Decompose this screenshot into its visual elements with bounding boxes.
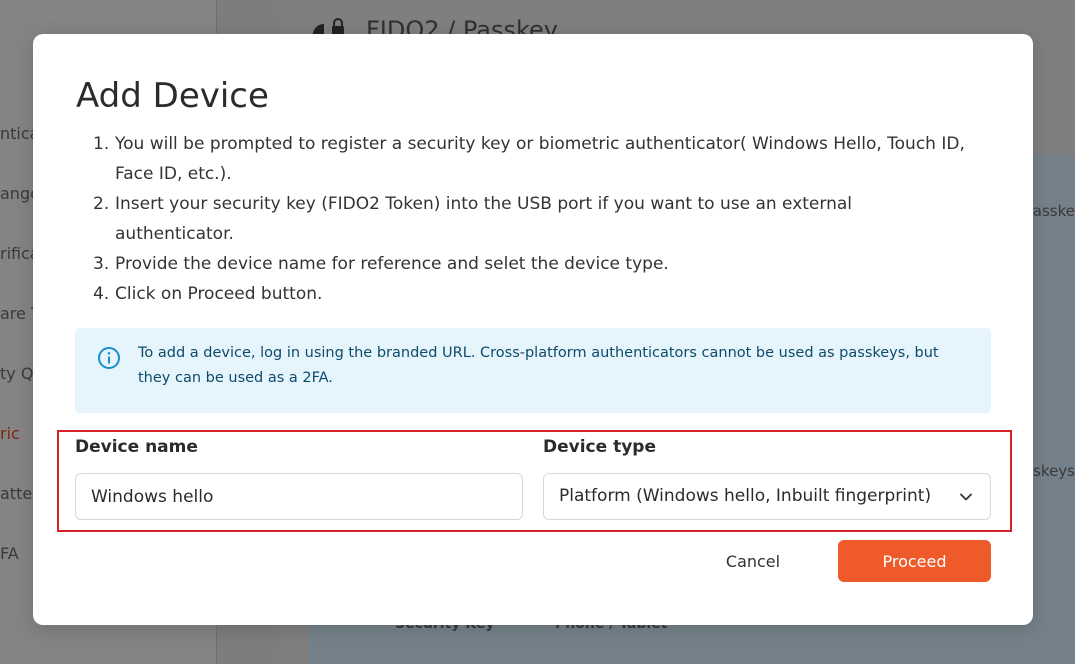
instruction-step: 3. Provide the device name for reference… [93,249,973,279]
sidebar-item-active[interactable]: ric [0,424,20,443]
info-text: To add a device, log in using the brande… [138,345,939,386]
device-type-label: Device type [543,437,656,457]
step-text: Click on Proceed button. [115,284,323,304]
proceed-button[interactable]: Proceed [838,540,991,582]
chevron-down-icon [960,493,972,501]
step-number: 3. [93,254,110,274]
step-number: 1. [93,134,110,154]
step-text: You will be prompted to register a secur… [115,134,965,184]
add-device-modal: Add Device 1. You will be prompted to re… [33,34,1033,625]
step-text: Insert your security key (FIDO2 Token) i… [115,194,853,244]
step-text: Provide the device name for reference an… [115,254,669,274]
instruction-list: 1. You will be prompted to register a se… [93,129,973,309]
device-name-label: Device name [75,437,198,457]
sidebar-item[interactable]: ty Q [0,364,33,383]
instruction-step: 4. Click on Proceed button. [93,279,973,309]
sidebar-item[interactable]: FA [0,544,19,563]
cancel-button[interactable]: Cancel [703,548,803,574]
step-number: 4. [93,284,110,304]
device-name-input[interactable] [75,473,523,520]
step-number: 2. [93,194,110,214]
instruction-step: 1. You will be prompted to register a se… [93,129,973,189]
device-type-select[interactable]: Platform (Windows hello, Inbuilt fingerp… [543,473,991,520]
info-circle-icon [98,347,120,369]
info-banner: To add a device, log in using the brande… [75,328,991,413]
device-type-value: Platform (Windows hello, Inbuilt fingerp… [559,486,932,506]
modal-title: Add Device [76,76,269,116]
instruction-step: 2. Insert your security key (FIDO2 Token… [93,189,973,249]
